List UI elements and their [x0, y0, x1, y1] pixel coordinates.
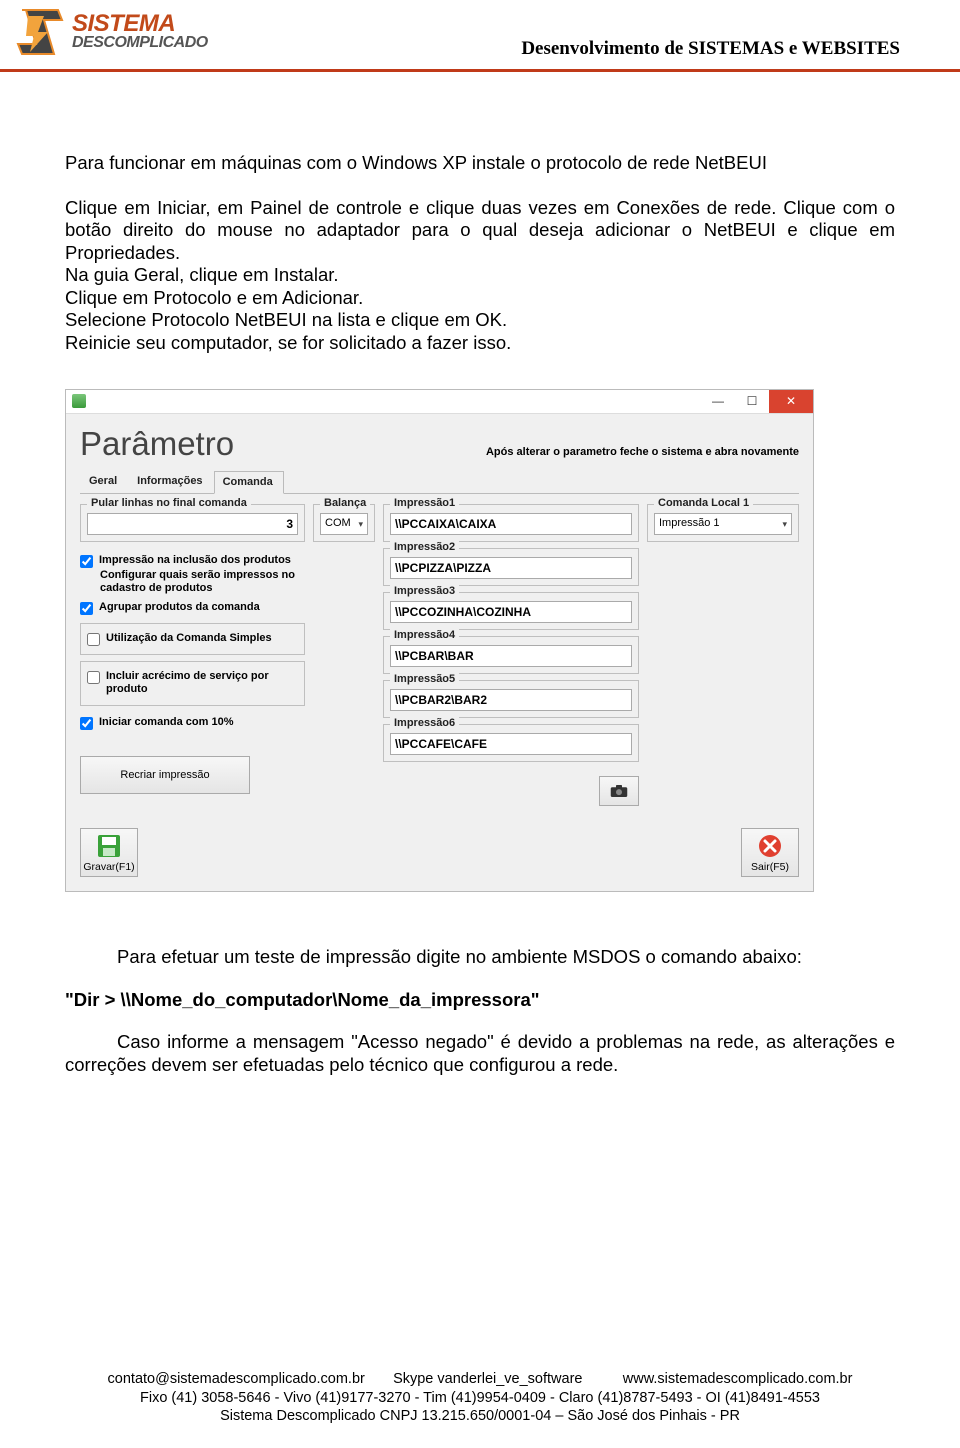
- page-header: SISTEMA DESCOMPLICADO Desenvolvimento de…: [0, 0, 960, 72]
- chk-impressao-inclusao[interactable]: [80, 555, 93, 568]
- impressao3-label: Impressão3: [390, 585, 459, 598]
- minimize-button[interactable]: —: [701, 390, 735, 413]
- page-footer: contato@sistemadescomplicado.com.br Skyp…: [0, 1370, 960, 1426]
- save-icon: [96, 833, 122, 859]
- chk-comanda-simples[interactable]: [87, 633, 100, 646]
- balanca-select[interactable]: COM ▾: [320, 513, 368, 535]
- app-icon: [72, 394, 86, 408]
- impressao4-input[interactable]: [390, 645, 632, 667]
- gravar-button[interactable]: Gravar(F1): [80, 828, 138, 877]
- impressao6-input[interactable]: [390, 733, 632, 755]
- impressao1-input[interactable]: [390, 513, 632, 535]
- footer-phones: Fixo (41) 3058-5646 - Vivo (41)9177-3270…: [0, 1389, 960, 1408]
- impressao3-input[interactable]: [390, 601, 632, 623]
- maximize-button[interactable]: ☐: [735, 390, 769, 413]
- main-content: Para funcionar em máquinas com o Windows…: [0, 72, 960, 1076]
- logo-line2: DESCOMPLICADO: [72, 35, 208, 51]
- post-p1: Para efetuar um teste de impressão digit…: [65, 946, 895, 969]
- footer-cnpj: Sistema Descomplicado CNPJ 13.215.650/00…: [0, 1407, 960, 1426]
- window-note: Após alterar o parametro feche o sistema…: [486, 446, 799, 463]
- chk-agrupar[interactable]: [80, 602, 93, 615]
- chk5-label: Iniciar comanda com 10%: [99, 716, 234, 730]
- footer-skype: Skype vanderlei_ve_software: [393, 1371, 582, 1387]
- chk1-label: Impressão na inclusão dos produtos: [99, 554, 291, 568]
- comanda-local-value: Impressão 1: [659, 517, 720, 530]
- chk-acrecimo[interactable]: [87, 671, 100, 684]
- post-cmd: "Dir > \\Nome_do_computador\Nome_da_impr…: [65, 989, 895, 1012]
- chk4-label: Incluir acrécimo de serviço por produto: [106, 670, 298, 698]
- balanca-value: COM: [325, 517, 351, 530]
- logo-icon: [14, 6, 66, 58]
- chk1-sub: Configurar quais serão impressos no cada…: [100, 569, 305, 595]
- tab-geral[interactable]: Geral: [80, 470, 128, 493]
- footer-email: contato@sistemadescomplicado.com.br: [108, 1371, 365, 1387]
- camera-button[interactable]: [599, 776, 639, 806]
- intro-p3: Na guia Geral, clique em Instalar.: [65, 264, 895, 287]
- comanda-local-label: Comanda Local 1: [654, 497, 753, 510]
- intro-p2: Clique em Iniciar, em Painel de controle…: [65, 197, 895, 265]
- chevron-down-icon: ▾: [358, 519, 363, 530]
- impressao4-label: Impressão4: [390, 629, 459, 642]
- recriar-button[interactable]: Recriar impressão: [80, 756, 250, 794]
- comanda-local-select[interactable]: Impressão 1 ▾: [654, 513, 792, 535]
- close-button[interactable]: ✕: [769, 390, 813, 413]
- impressao5-input[interactable]: [390, 689, 632, 711]
- pular-input[interactable]: [87, 513, 298, 535]
- exit-icon: [757, 833, 783, 859]
- chk2-label: Agrupar produtos da comanda: [99, 601, 260, 615]
- header-tagline: Desenvolvimento de SISTEMAS e WEBSITES: [521, 38, 900, 60]
- intro-p4: Clique em Protocolo e em Adicionar.: [65, 287, 895, 310]
- logo-text: SISTEMA DESCOMPLICADO: [72, 13, 208, 51]
- chevron-down-icon: ▾: [782, 519, 787, 530]
- sair-label: Sair(F5): [751, 861, 789, 874]
- impressao1-label: Impressão1: [390, 497, 459, 510]
- pular-label: Pular linhas no final comanda: [87, 497, 251, 510]
- impressao6-label: Impressão6: [390, 717, 459, 730]
- tabs: Geral Informações Comanda: [80, 470, 799, 494]
- sair-button[interactable]: Sair(F5): [741, 828, 799, 877]
- window-title: Parâmetro: [80, 424, 234, 464]
- impressao2-label: Impressão2: [390, 541, 459, 554]
- titlebar: — ☐ ✕: [66, 390, 813, 414]
- intro-p1: Para funcionar em máquinas com o Windows…: [65, 152, 895, 175]
- gravar-label: Gravar(F1): [83, 861, 134, 874]
- logo-line1: SISTEMA: [72, 13, 208, 35]
- impressao5-label: Impressão5: [390, 673, 459, 686]
- footer-site: www.sistemadescomplicado.com.br: [623, 1371, 853, 1387]
- tab-comanda[interactable]: Comanda: [214, 471, 284, 494]
- impressao-list: Impressão1 Impressão2 Impressão3 Impress…: [383, 504, 639, 806]
- logo: SISTEMA DESCOMPLICADO: [14, 4, 244, 60]
- impressao2-input[interactable]: [390, 557, 632, 579]
- intro-p6: Reinicie seu computador, se for solicita…: [65, 332, 895, 355]
- intro-p5: Selecione Protocolo NetBEUI na lista e c…: [65, 309, 895, 332]
- balanca-label: Balança: [320, 497, 370, 510]
- post-p2: Caso informe a mensagem "Acesso negado" …: [65, 1031, 895, 1076]
- chk-iniciar-10[interactable]: [80, 717, 93, 730]
- chk3-label: Utilização da Comanda Simples: [106, 632, 272, 646]
- app-window: — ☐ ✕ Parâmetro Após alterar o parametro…: [65, 389, 814, 892]
- tab-informacoes[interactable]: Informações: [128, 470, 213, 493]
